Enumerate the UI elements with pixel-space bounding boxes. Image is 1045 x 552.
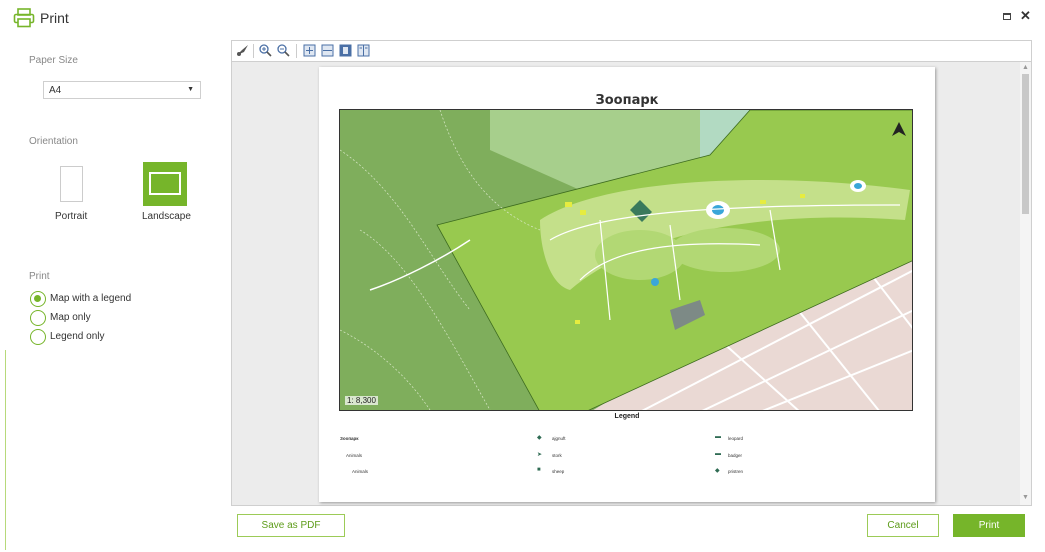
single-page-icon[interactable] xyxy=(339,44,352,57)
paper-size-select[interactable]: A4 ▼ xyxy=(43,81,201,99)
maximize-icon[interactable] xyxy=(1003,13,1011,20)
zoom-out-icon[interactable] xyxy=(277,44,290,57)
scroll-thumb[interactable] xyxy=(1022,74,1029,214)
title-bar: Print ✕ xyxy=(0,0,1045,36)
landscape-option[interactable] xyxy=(143,162,187,206)
portrait-option[interactable] xyxy=(60,166,83,202)
radio-button[interactable] xyxy=(30,329,46,345)
preview-scrollbar[interactable]: ▲ ▼ xyxy=(1020,62,1031,505)
legend-group: Animals xyxy=(352,469,369,474)
zoom-in-icon[interactable] xyxy=(259,44,272,57)
map-scale: 1: 8,300 xyxy=(345,396,378,405)
chevron-down-icon: ▼ xyxy=(187,86,194,93)
brush-icon[interactable] xyxy=(236,44,249,57)
orientation-label: Orientation xyxy=(29,136,78,147)
fit-page-icon[interactable] xyxy=(303,44,316,57)
legend-item: leopard xyxy=(728,436,744,441)
badger-icon: ▬ xyxy=(715,451,721,457)
animal-icon: ◆ xyxy=(715,468,720,474)
bird-icon: ➤ xyxy=(537,452,543,458)
print-label: Print xyxy=(29,271,50,282)
fit-width-icon[interactable] xyxy=(321,44,334,57)
paper-size-label: Paper Size xyxy=(29,55,78,66)
map-image: 1: 8,300 xyxy=(339,109,913,411)
landscape-page-icon xyxy=(149,172,181,195)
print-button[interactable]: Print xyxy=(953,514,1025,537)
legend-title: Legend xyxy=(614,413,640,420)
paper-size-value: A4 xyxy=(49,85,62,96)
animal-icon: ◆ xyxy=(537,435,542,441)
legend-group: Зоопарк xyxy=(340,436,359,441)
preview-page: Зоопарк 1: 8,300 Legend Зоопарк Animals … xyxy=(319,67,935,502)
cancel-button[interactable]: Cancel xyxy=(867,514,939,537)
radio-label: Legend only xyxy=(50,331,105,342)
legend-group: Animals xyxy=(346,453,363,458)
close-icon[interactable]: ✕ xyxy=(1020,9,1031,23)
printer-icon xyxy=(13,8,35,28)
radio-button[interactable] xyxy=(30,291,46,307)
legend-item: pristren xyxy=(728,469,744,474)
map-illustration xyxy=(340,110,912,410)
leopard-icon: ▬ xyxy=(715,434,721,440)
toolbar-separator xyxy=(296,44,297,58)
two-pages-icon[interactable] xyxy=(357,44,370,57)
legend-item: stork xyxy=(552,453,562,458)
window-title: Print xyxy=(40,10,69,26)
save-as-pdf-button[interactable]: Save as PDF xyxy=(237,514,345,537)
legend-item: sheep xyxy=(552,469,565,474)
legend-item: badger xyxy=(728,453,743,458)
legend-item: ajgnuft xyxy=(552,436,566,441)
panel-accent-line xyxy=(5,350,6,550)
radio-label: Map with a legend xyxy=(50,293,132,304)
sheep-icon: ■ xyxy=(537,467,541,473)
portrait-label: Portrait xyxy=(55,211,88,222)
scroll-down-icon[interactable]: ▼ xyxy=(1022,494,1029,501)
map-title: Зоопарк xyxy=(595,93,659,108)
toolbar-separator xyxy=(253,44,254,58)
radio-label: Map only xyxy=(50,312,91,323)
radio-button[interactable] xyxy=(30,310,46,326)
preview-toolbar xyxy=(231,40,1032,61)
landscape-label: Landscape xyxy=(142,211,191,222)
scroll-up-icon[interactable]: ▲ xyxy=(1022,64,1029,71)
